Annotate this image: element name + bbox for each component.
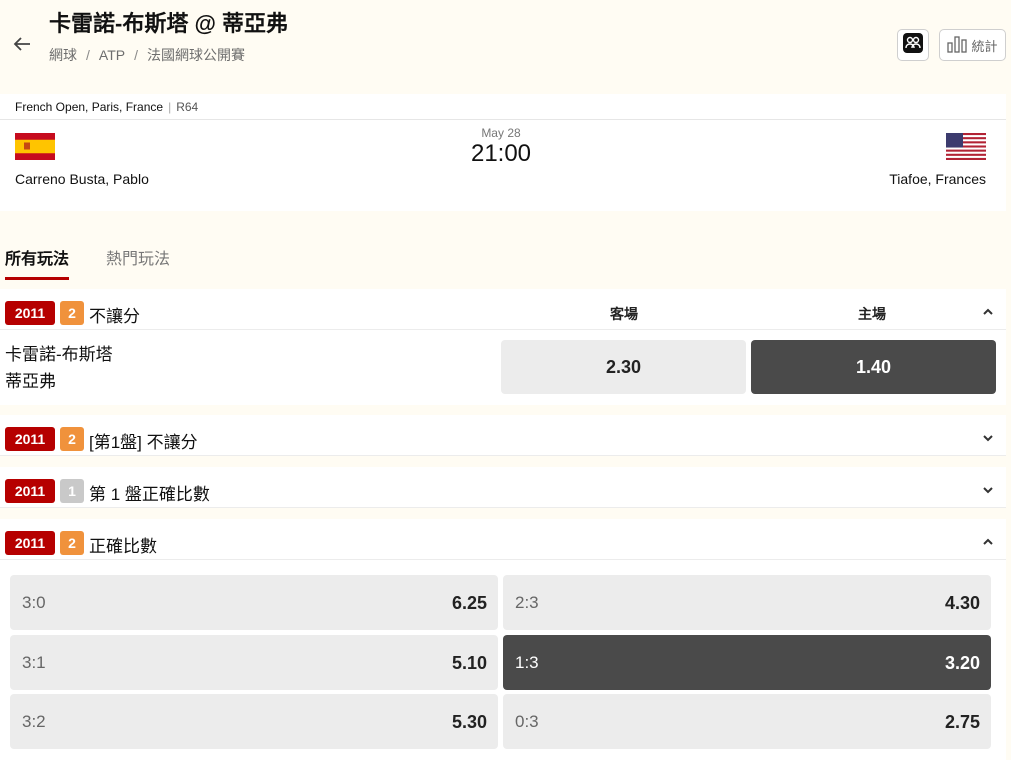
market-section-correct-score: 2011 2 正確比數 3:0 6.25 2:3 4.30 3:1 5.10 1… <box>0 519 1006 760</box>
score-label: 3:0 <box>22 593 46 612</box>
column-header-home: 主場 <box>858 306 886 322</box>
back-arrow-icon[interactable] <box>10 32 34 56</box>
score-label: 1:3 <box>515 653 539 672</box>
score-option[interactable]: 3:2 5.30 <box>10 694 498 749</box>
market-section-moneyline: 2011 2 不讓分 客場 主場 卡雷諾-布斯塔 蒂亞弗 2.30 1.40 <box>0 289 1006 405</box>
tab-all-markets[interactable]: 所有玩法 <box>5 245 70 280</box>
score-odds: 5.10 <box>451 653 487 673</box>
score-label: 3:1 <box>22 653 46 672</box>
tournament-name: French Open, Paris, France <box>15 99 164 114</box>
score-option[interactable]: 2:3 4.30 <box>503 575 991 630</box>
score-option[interactable]: 0:3 2.75 <box>503 694 991 749</box>
player-names: 卡雷諾-布斯塔 蒂亞弗 <box>5 341 113 395</box>
stats-label: 統計 <box>971 38 998 54</box>
score-odds: 6.25 <box>451 593 487 613</box>
score-odds: 3.20 <box>944 653 980 673</box>
lineup-button[interactable] <box>897 29 929 61</box>
market-id-badge: 2011 <box>5 427 55 451</box>
breadcrumb-separator: / <box>86 47 90 63</box>
market-count-badge: 2 <box>60 301 84 325</box>
market-header[interactable]: 2011 2 正確比數 <box>0 519 1006 560</box>
player-away-label: 卡雷諾-布斯塔 <box>5 345 113 364</box>
score-odds: 4.30 <box>944 593 980 613</box>
match-info-bar: French Open, Paris, France | R64 <box>0 94 1006 120</box>
market-section-set1-correct-score: 2011 1 第 1 盤正確比數 <box>0 467 1006 508</box>
chevron-down-icon[interactable] <box>981 431 995 445</box>
tab-popular-markets[interactable]: 熱門玩法 <box>106 245 170 277</box>
chevron-up-icon[interactable] <box>981 535 995 549</box>
match-time: 21:00 <box>470 140 532 167</box>
market-id-badge: 2011 <box>5 301 55 325</box>
market-header[interactable]: 2011 2 [第1盤] 不讓分 <box>0 415 1006 456</box>
score-option[interactable]: 3:1 5.10 <box>10 635 498 690</box>
chevron-up-icon[interactable] <box>981 305 995 319</box>
score-odds: 2.75 <box>944 712 980 732</box>
page-header: 卡雷諾-布斯塔 @ 蒂亞弗 網球 / ATP / 法國網球公開賽 統計 <box>0 0 1011 90</box>
market-section-set1-moneyline: 2011 2 [第1盤] 不讓分 <box>0 415 1006 456</box>
breadcrumb-item-tournament[interactable]: 法國網球公開賽 <box>147 47 245 63</box>
market-title: [第1盤] 不讓分 <box>89 433 198 452</box>
chevron-down-icon[interactable] <box>981 483 995 497</box>
player-home-label: 蒂亞弗 <box>5 372 56 391</box>
market-count-badge: 2 <box>60 531 84 555</box>
score-option-selected[interactable]: 1:3 3.20 <box>503 635 991 690</box>
breadcrumb-separator: / <box>134 47 138 63</box>
market-count-badge: 2 <box>60 427 84 451</box>
stats-button[interactable]: 統計 <box>939 29 1006 61</box>
usa-flag-icon <box>946 133 986 160</box>
market-header[interactable]: 2011 2 不讓分 客場 主場 <box>0 289 1006 330</box>
score-label: 3:2 <box>22 712 46 731</box>
breadcrumb-item-league[interactable]: ATP <box>99 47 125 63</box>
match-card: French Open, Paris, France | R64 May 28 … <box>0 94 1006 211</box>
market-header[interactable]: 2011 1 第 1 盤正確比數 <box>0 467 1006 508</box>
lineup-icon <box>902 32 924 59</box>
odds-button-away[interactable]: 2.30 <box>501 340 746 394</box>
bar-chart-icon <box>947 35 968 56</box>
breadcrumb-item-sport[interactable]: 網球 <box>49 47 77 63</box>
score-option[interactable]: 3:0 6.25 <box>10 575 498 630</box>
market-title: 正確比數 <box>89 537 157 556</box>
breadcrumb: 網球 / ATP / 法國網球公開賽 <box>49 45 245 65</box>
market-count-badge: 1 <box>60 479 84 503</box>
page-title: 卡雷諾-布斯塔 @ 蒂亞弗 <box>49 11 289 36</box>
score-label: 2:3 <box>515 593 539 612</box>
match-date: May 28 <box>481 126 521 140</box>
column-header-away: 客場 <box>610 306 638 322</box>
divider: | <box>168 99 172 114</box>
score-label: 0:3 <box>515 712 539 731</box>
market-title: 不讓分 <box>89 307 140 326</box>
market-id-badge: 2011 <box>5 531 55 555</box>
away-player-name: Carreno Busta, Pablo <box>15 171 149 187</box>
home-player-name: Tiafoe, Frances <box>889 171 986 187</box>
odds-button-home[interactable]: 1.40 <box>751 340 996 394</box>
round-label: R64 <box>176 99 199 114</box>
market-title: 第 1 盤正確比數 <box>89 485 210 504</box>
market-id-badge: 2011 <box>5 479 55 503</box>
score-odds: 5.30 <box>451 712 487 732</box>
